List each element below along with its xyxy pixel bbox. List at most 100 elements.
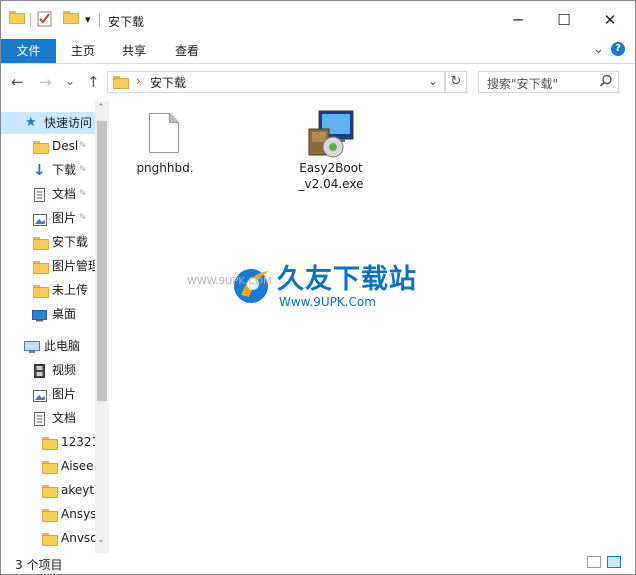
nav-label: 文档 bbox=[52, 187, 77, 201]
download-icon: ↓ bbox=[33, 161, 46, 179]
folder-icon bbox=[42, 459, 58, 481]
title-bar: ▾ 安下载 ─ ☐ ✕ bbox=[1, 1, 635, 39]
folder-icon bbox=[42, 483, 58, 505]
watermark-brand: 久友下载站 bbox=[277, 264, 417, 295]
nav-picture-manager[interactable]: 图片管理 bbox=[1, 255, 100, 277]
computer-icon bbox=[24, 339, 40, 361]
close-button[interactable]: ✕ bbox=[587, 7, 633, 33]
large-icons-view-icon[interactable] bbox=[607, 556, 621, 568]
help-button[interactable]: ? bbox=[611, 42, 625, 56]
watermark-url: Www.9UPK.Com bbox=[279, 295, 376, 309]
nav-downloads[interactable]: ↓ 下载 ✎ bbox=[1, 159, 95, 181]
nav-label: 文档 bbox=[52, 411, 77, 425]
nav-pc-pictures[interactable]: 图片 bbox=[1, 383, 95, 405]
nav-this-pc[interactable]: 此电脑 bbox=[1, 335, 95, 357]
address-dropdown-button[interactable]: ⌄ bbox=[428, 74, 438, 88]
navigation-bar: ← → ⌄ ↑ › 安下载 ⌄ ↻ 搜索"安下载" bbox=[1, 69, 635, 97]
folder-icon bbox=[42, 531, 58, 553]
nav-documents[interactable]: 文档 ✎ bbox=[1, 183, 95, 205]
folder-icon[interactable] bbox=[9, 11, 25, 24]
video-icon bbox=[34, 363, 45, 385]
scroll-thumb[interactable] bbox=[97, 121, 107, 401]
divider bbox=[30, 13, 31, 27]
nav-label: akeyt bbox=[61, 483, 95, 497]
search-input[interactable]: 搜索"安下载" bbox=[478, 71, 619, 93]
details-view-icon[interactable] bbox=[587, 556, 601, 568]
address-bar[interactable]: › 安下载 ⌄ bbox=[107, 71, 445, 93]
tab-file[interactable]: 文件 bbox=[1, 39, 56, 63]
nav-label: 图片管理 bbox=[52, 259, 101, 273]
pin-icon: ✎ bbox=[79, 165, 87, 175]
nav-label: Aisee bbox=[61, 459, 94, 473]
file-name-line2: _v2.04.exe bbox=[298, 177, 364, 191]
file-name: pnghhbd. bbox=[136, 161, 194, 175]
nav-desktop-pinned[interactable]: Desl ✎ bbox=[1, 135, 95, 157]
up-button[interactable]: ↑ bbox=[87, 73, 100, 91]
star-icon: ★ bbox=[25, 115, 37, 130]
nav-desktop[interactable]: 桌面 bbox=[1, 303, 95, 325]
new-folder-icon[interactable] bbox=[63, 11, 79, 24]
status-bar: 3 个项目 bbox=[1, 553, 635, 574]
installer-icon bbox=[305, 109, 357, 163]
pin-icon: ✎ bbox=[79, 189, 87, 199]
document-icon bbox=[34, 411, 45, 433]
expand-ribbon-button[interactable]: ⌄ bbox=[593, 42, 604, 57]
nav-pane-scrollbar[interactable]: ⌃ ⌄ bbox=[95, 101, 109, 553]
explorer-window: ▾ 安下载 ─ ☐ ✕ 文件 主页 共享 查看 ⌄ ? ← → ⌄ ↑ › 安下… bbox=[0, 0, 636, 575]
nav-folder-aisee[interactable]: Aisee bbox=[1, 455, 95, 477]
divider bbox=[99, 13, 100, 27]
file-item[interactable]: Easy2Boot _v2.04.exe bbox=[291, 109, 371, 199]
scroll-down-button[interactable]: ⌄ bbox=[97, 535, 105, 545]
nav-label: 图片 bbox=[52, 211, 77, 225]
nav-label: 12321 bbox=[61, 435, 100, 449]
blank-file-icon bbox=[149, 113, 179, 153]
customize-qat-button[interactable]: ▾ bbox=[85, 13, 91, 26]
folder-icon bbox=[33, 235, 49, 257]
maximize-button[interactable]: ☐ bbox=[541, 7, 587, 33]
pin-icon: ✎ bbox=[79, 213, 87, 223]
nav-folder-ansys[interactable]: Ansys bbox=[1, 503, 96, 525]
search-placeholder: 搜索"安下载" bbox=[487, 77, 559, 91]
back-button[interactable]: ← bbox=[11, 73, 24, 91]
tab-home[interactable]: 主页 bbox=[61, 39, 105, 63]
scroll-up-button[interactable]: ⌃ bbox=[97, 103, 105, 113]
file-item[interactable]: pnghhbd. bbox=[125, 109, 205, 179]
folder-icon bbox=[113, 76, 129, 92]
nav-pc-documents[interactable]: 文档 bbox=[1, 407, 95, 429]
nav-pictures[interactable]: 图片 ✎ bbox=[1, 207, 95, 229]
search-icon bbox=[599, 74, 613, 91]
path-separator: › bbox=[136, 74, 141, 88]
nav-label: 图片 bbox=[52, 387, 77, 401]
nav-quick-access[interactable]: ★ 快速访问 bbox=[1, 112, 95, 134]
nav-anxiazai[interactable]: 安下载 bbox=[1, 231, 95, 253]
nav-folder-12321[interactable]: 12321 bbox=[1, 431, 99, 453]
ribbon-tabs: 文件 主页 共享 查看 ⌄ ? bbox=[1, 39, 635, 64]
nav-folder-akeyt[interactable]: akeyt bbox=[1, 479, 95, 501]
tab-view[interactable]: 查看 bbox=[165, 39, 209, 63]
breadcrumb[interactable]: 安下载 bbox=[150, 74, 186, 91]
nav-videos[interactable]: 视频 bbox=[1, 359, 95, 381]
folder-icon bbox=[42, 435, 58, 457]
item-count: 3 个项目 bbox=[15, 558, 63, 572]
navigation-pane: ★ 快速访问 Desl ✎ ↓ 下载 ✎ 文档 ✎ 图片 ✎ 安下载 图片管理 … bbox=[1, 101, 109, 553]
nav-label: Desl bbox=[52, 139, 79, 153]
file-name-line1: Easy2Boot bbox=[299, 161, 363, 175]
tab-share[interactable]: 共享 bbox=[112, 39, 156, 63]
picture-icon bbox=[33, 211, 47, 233]
nav-not-uploaded[interactable]: 未上传 bbox=[1, 279, 95, 301]
folder-icon bbox=[33, 283, 49, 305]
nav-label: 桌面 bbox=[52, 307, 77, 321]
window-title: 安下载 bbox=[108, 15, 145, 29]
nav-label: 下载 bbox=[52, 163, 77, 177]
properties-icon[interactable] bbox=[37, 11, 53, 27]
minimize-button[interactable]: ─ bbox=[495, 7, 541, 33]
watermark-faint-url: WWW.9UPK.COM bbox=[187, 276, 272, 287]
refresh-button[interactable]: ↻ bbox=[445, 71, 467, 93]
pin-icon: ✎ bbox=[79, 141, 87, 151]
document-icon bbox=[34, 187, 45, 209]
folder-icon bbox=[33, 259, 49, 281]
nav-folder-anvsc[interactable]: Anvsc bbox=[1, 527, 97, 549]
recent-locations-button[interactable]: ⌄ bbox=[65, 74, 75, 88]
forward-button[interactable]: → bbox=[39, 73, 52, 91]
nav-label: 快速访问 bbox=[44, 116, 93, 130]
